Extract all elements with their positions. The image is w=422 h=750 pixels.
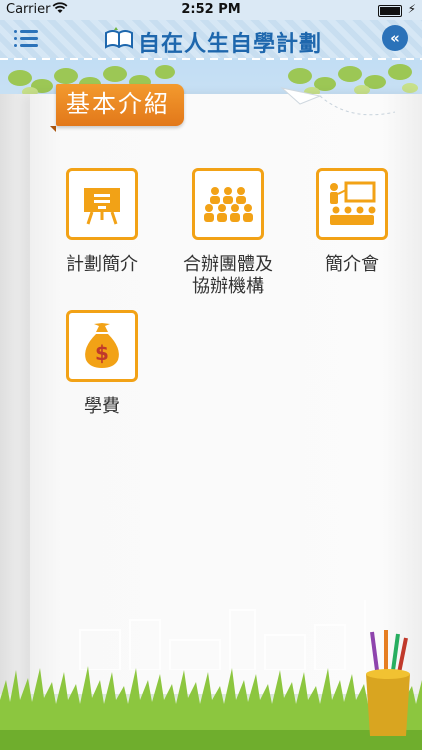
section-tag: 基本介紹 xyxy=(50,84,184,132)
clock: 2:52 PM xyxy=(181,2,241,17)
menu-item-plan-intro[interactable]: 計劃簡介 xyxy=(42,168,162,276)
presentation-board-icon xyxy=(84,188,120,225)
menu-item-organizers[interactable]: 合辦團體及協辦機構 xyxy=(168,168,288,298)
group-people-icon xyxy=(204,187,253,222)
battery-icon xyxy=(378,5,402,17)
icon-frame xyxy=(192,168,264,240)
section-title: 基本介紹 xyxy=(66,90,170,118)
page-title: 自在人生自學計劃 xyxy=(138,32,323,57)
status-bar: Carrier 2:52 PM ⚡ xyxy=(0,0,422,20)
open-book-icon xyxy=(105,27,133,49)
grass-decoration xyxy=(0,666,422,750)
paper-plane-icon xyxy=(280,87,396,116)
app-title: 自在人生自學計劃 xyxy=(104,24,324,57)
icon-frame: $ xyxy=(66,310,138,382)
menu-item-label: 簡介會 xyxy=(325,254,379,275)
back-button[interactable]: « xyxy=(382,25,408,51)
menu-item-label: 合辦團體及協辦機構 xyxy=(183,254,273,297)
menu-item-tuition[interactable]: $ 學費 xyxy=(42,310,162,418)
charging-icon: ⚡ xyxy=(407,2,416,16)
pencil-cup-icon xyxy=(366,630,410,736)
icon-frame xyxy=(316,168,388,240)
icon-frame xyxy=(66,168,138,240)
menu-item-label: 計劃簡介 xyxy=(66,254,138,275)
navigation-bar: 自在人生自學計劃 « xyxy=(0,20,422,58)
menu-item-briefing[interactable]: 簡介會 xyxy=(292,168,412,276)
money-bag-icon: $ xyxy=(85,323,119,368)
svg-text:$: $ xyxy=(95,341,109,365)
menu-button[interactable] xyxy=(14,27,40,51)
menu-item-label: 學費 xyxy=(84,396,120,417)
book-left-page xyxy=(0,94,34,694)
briefing-session-icon xyxy=(330,181,376,225)
